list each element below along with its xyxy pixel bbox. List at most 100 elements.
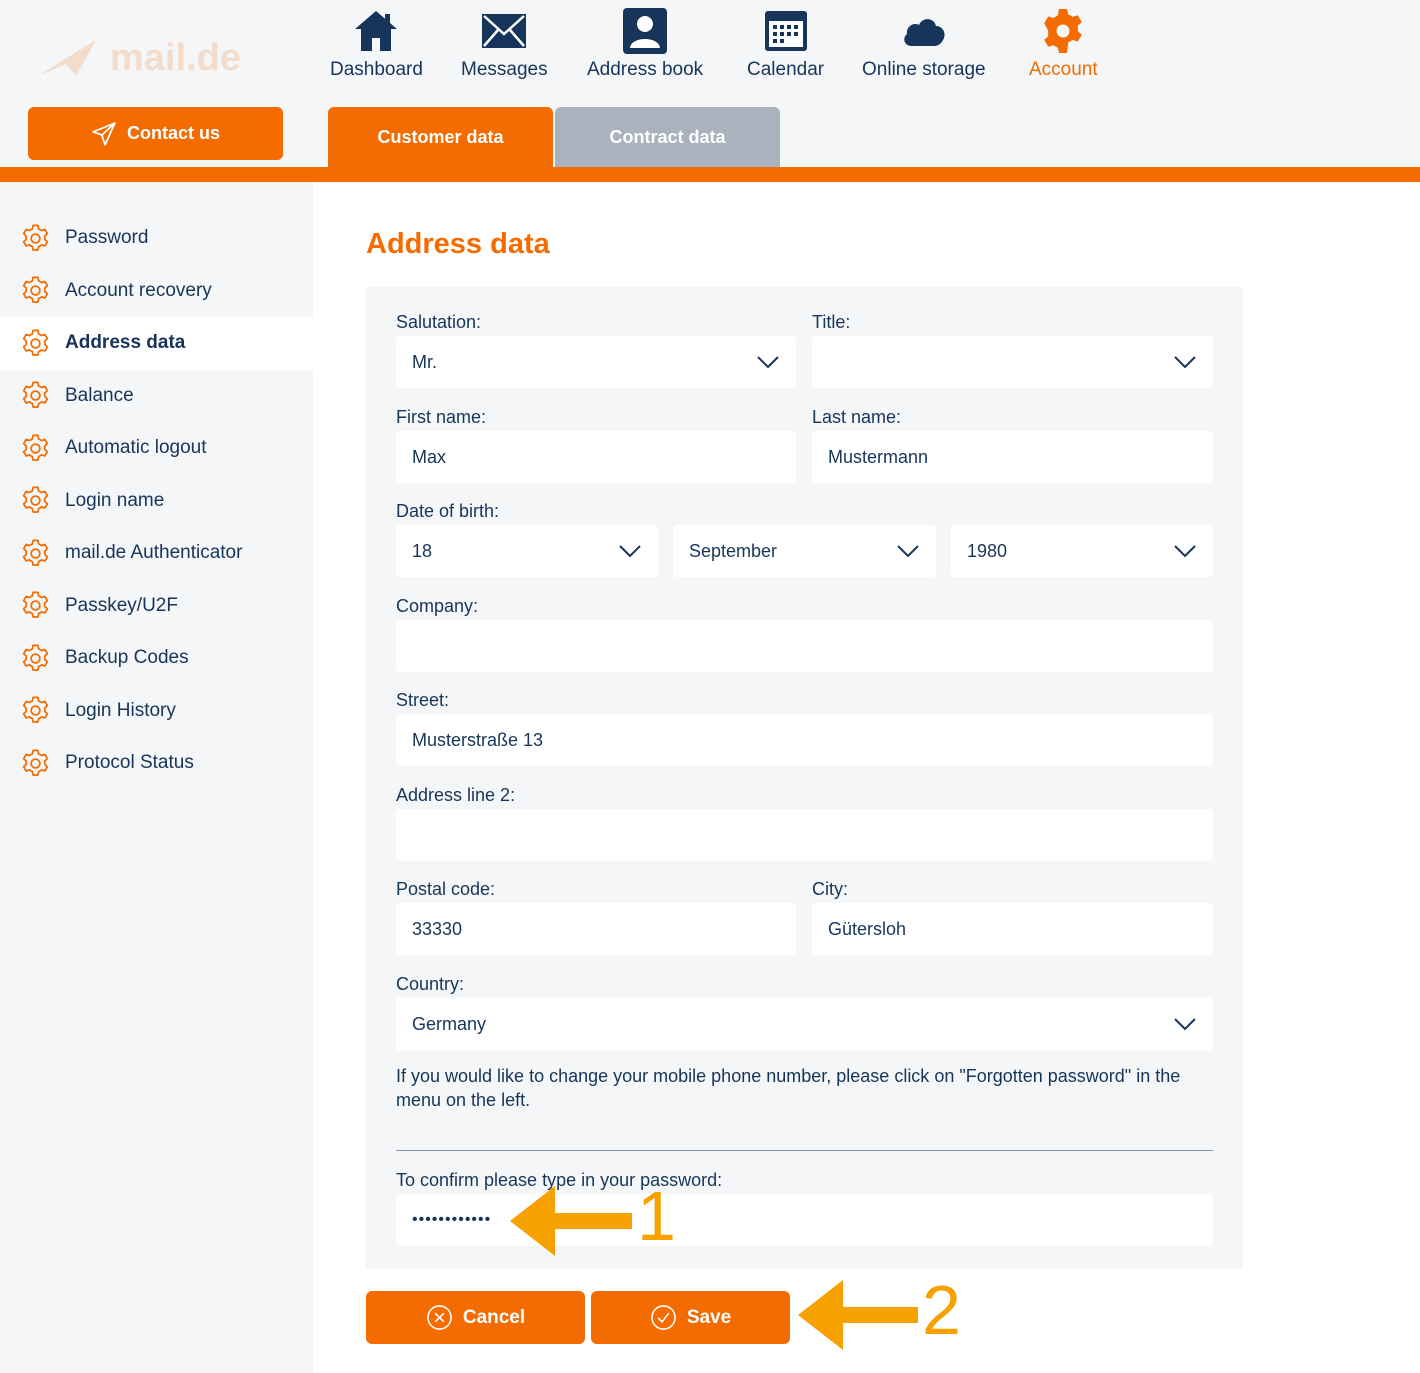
nav-label: Messages: [461, 59, 548, 80]
gear-outline-icon: [20, 380, 51, 411]
salutation-value: Mr.: [412, 351, 437, 372]
gear-outline-icon: [20, 538, 51, 569]
city-label: City:: [812, 879, 848, 899]
sidebar-item-login-history[interactable]: Login History: [0, 685, 313, 738]
nav-label: Account: [1029, 59, 1098, 80]
nav-messages[interactable]: Messages: [461, 8, 548, 81]
sidebar-item-automatic-logout[interactable]: Automatic logout: [0, 422, 313, 475]
sidebar-item-label: Automatic logout: [65, 437, 207, 459]
calendar-icon: [764, 11, 807, 51]
nav-label: Calendar: [747, 59, 825, 80]
last-name-input[interactable]: Mustermann: [812, 431, 1213, 483]
country-select[interactable]: Germany: [396, 998, 1213, 1050]
city-input[interactable]: Gütersloh: [812, 903, 1213, 955]
gear-outline-icon: [20, 485, 51, 516]
nav-account[interactable]: Account: [1029, 8, 1098, 81]
envelope-icon: [482, 14, 527, 48]
nav-label: Dashboard: [330, 59, 423, 80]
mobile-number-hint: If you would like to change your mobile …: [396, 1066, 1181, 1110]
street-label: Street:: [396, 690, 450, 710]
chevron-down-icon: [757, 356, 779, 369]
country-label: Country:: [396, 974, 465, 994]
logo[interactable]: mail.de: [36, 28, 256, 88]
check-circle-icon: [650, 1305, 676, 1330]
address-form: Salutation: Mr. Title: First name: Max L…: [366, 287, 1243, 1269]
save-button[interactable]: Save: [591, 1291, 790, 1344]
postal-code-input[interactable]: 33330: [396, 903, 796, 955]
nav-dashboard[interactable]: Dashboard: [330, 8, 423, 81]
logo-text: mail.de: [110, 36, 241, 79]
sidebar-item-label: Passkey/U2F: [65, 594, 178, 616]
chevron-down-icon: [1174, 545, 1196, 558]
sidebar-item-balance[interactable]: Balance: [0, 370, 313, 423]
sidebar-item-password[interactable]: Password: [0, 212, 313, 265]
contact-us-button[interactable]: Contact us: [28, 107, 283, 160]
contact-card-icon: [623, 8, 668, 54]
gear-outline-icon: [20, 748, 51, 779]
cancel-label: Cancel: [462, 1306, 526, 1328]
nav-label: Online storage: [862, 59, 986, 80]
top-navigation: Dashboard Messages Address book Calendar…: [313, 0, 1420, 100]
address-line-2-input[interactable]: [396, 809, 1213, 861]
title-label: Title:: [812, 312, 851, 332]
dob-year-select[interactable]: 1980: [951, 525, 1213, 577]
sidebar-item-label: Balance: [65, 384, 134, 406]
dob-month-value: September: [689, 540, 778, 561]
first-name-label: First name:: [396, 407, 487, 427]
sidebar-item-label: Login History: [65, 699, 176, 721]
title-select[interactable]: [812, 336, 1213, 388]
sidebar-item-label: Account recovery: [65, 279, 212, 301]
logo-icon: [38, 40, 96, 76]
tab-customer-data[interactable]: Customer data: [328, 107, 553, 167]
tab-contract-data[interactable]: Contract data: [555, 107, 780, 167]
gear-outline-icon: [20, 223, 51, 254]
sidebar-item-account-recovery[interactable]: Account recovery: [0, 265, 313, 318]
page-title: Address data: [366, 228, 550, 260]
sidebar-item-protocol-status[interactable]: Protocol Status: [0, 737, 313, 790]
sidebar-item-label: Address data: [65, 332, 186, 354]
chevron-down-icon: [1174, 1018, 1196, 1031]
first-name-input[interactable]: Max: [396, 431, 796, 483]
dob-label: Date of birth:: [396, 501, 500, 521]
gear-outline-icon: [20, 590, 51, 621]
paper-plane-icon: [92, 121, 116, 146]
main-content: Address data Salutation: Mr. Title: Firs…: [313, 182, 1420, 1373]
sidebar-item-label: Backup Codes: [65, 647, 189, 669]
gear-outline-icon: [20, 275, 51, 306]
sidebar-menu: Password Account recovery Address data B…: [0, 212, 313, 790]
annotation-arrow-left-icon: [510, 1186, 632, 1256]
street-input[interactable]: Musterstraße 13: [396, 714, 1213, 766]
dob-month-select[interactable]: September: [673, 525, 936, 577]
nav-label: Address book: [587, 59, 704, 80]
sidebar-item-backup-codes[interactable]: Backup Codes: [0, 632, 313, 685]
divider: [396, 1150, 1213, 1151]
postal-code-label: Postal code:: [396, 879, 496, 899]
nav-online-storage[interactable]: Online storage: [862, 8, 986, 81]
sidebar-item-label: mail.de Authenticator: [65, 542, 243, 564]
sidebar-item-label: Password: [65, 227, 149, 249]
sidebar-item-login-name[interactable]: Login name: [0, 475, 313, 528]
nav-address-book[interactable]: Address book: [587, 8, 703, 81]
salutation-select[interactable]: Mr.: [396, 336, 796, 388]
sidebar-item-authenticator[interactable]: mail.de Authenticator: [0, 527, 313, 580]
dob-year-value: 1980: [967, 540, 1008, 561]
nav-calendar[interactable]: Calendar: [747, 8, 824, 81]
company-label: Company:: [396, 596, 479, 616]
gear-outline-icon: [20, 433, 51, 464]
address-line-2-label: Address line 2:: [396, 785, 516, 805]
company-input[interactable]: [396, 620, 1213, 672]
cloud-icon: [904, 19, 945, 46]
dob-day-value: 18: [412, 540, 433, 561]
annotation-arrow-left-icon: [798, 1280, 918, 1350]
sidebar-item-passkey[interactable]: Passkey/U2F: [0, 580, 313, 633]
gear-icon: [1044, 9, 1083, 53]
last-name-label: Last name:: [812, 407, 902, 427]
annotation-number-2: 2: [922, 1271, 961, 1349]
cancel-button[interactable]: Cancel: [366, 1291, 585, 1344]
sidebar: mail.de Contact us Password Account reco…: [0, 0, 313, 1373]
sidebar-item-address-data[interactable]: Address data: [0, 317, 313, 370]
salutation-label: Salutation:: [396, 312, 482, 332]
dob-day-select[interactable]: 18: [396, 525, 658, 577]
gear-outline-icon: [20, 328, 51, 359]
chevron-down-icon: [897, 545, 919, 558]
